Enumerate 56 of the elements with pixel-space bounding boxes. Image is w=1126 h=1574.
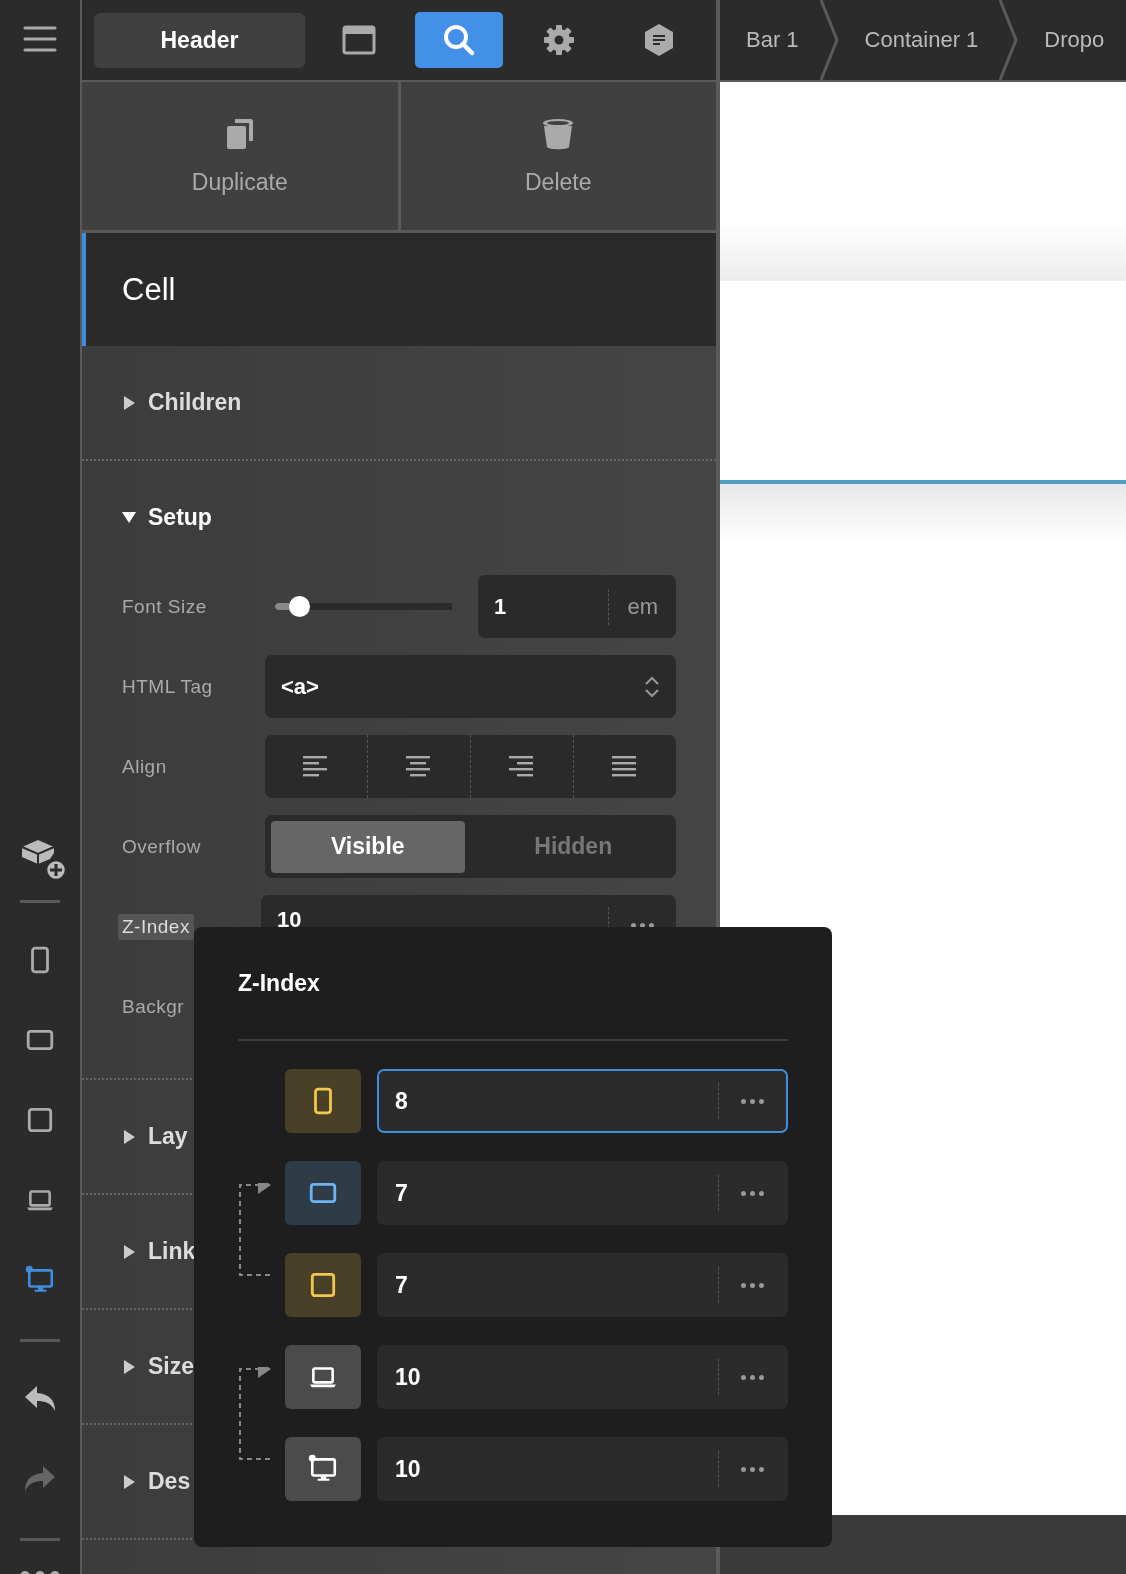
device-chip[interactable]: [285, 1161, 361, 1225]
breadcrumb-item[interactable]: Bar 1: [720, 0, 819, 80]
z-index-input[interactable]: 7: [377, 1253, 788, 1317]
align-right-icon: [509, 755, 535, 778]
field-label: Font Size: [122, 595, 208, 618]
window-icon: [342, 25, 376, 55]
breadcrumb-item[interactable]: Container 1: [838, 0, 999, 80]
field-label: HTML Tag: [122, 675, 214, 698]
z-index-input[interactable]: 10: [377, 1345, 788, 1409]
section-header[interactable]: Des: [82, 1425, 197, 1538]
unit-label: em: [608, 588, 676, 625]
caret-right-icon: [122, 1359, 136, 1374]
align-left-icon: [303, 755, 329, 778]
z-index-input[interactable]: 7: [377, 1161, 788, 1225]
element-title: Cell: [82, 233, 716, 346]
search-icon: [442, 23, 476, 57]
field-label: Align: [122, 755, 168, 778]
device-chip[interactable]: [285, 1437, 361, 1501]
device-chip[interactable]: [285, 1253, 361, 1317]
section-header[interactable]: Setup: [82, 461, 218, 573]
hexagon-note-icon: [643, 23, 675, 57]
slider-thumb[interactable]: [289, 596, 311, 617]
toolbar-button[interactable]: [415, 12, 503, 68]
section-header[interactable]: Size: [82, 1310, 201, 1423]
section-header[interactable]: Lay: [82, 1080, 194, 1193]
section-header[interactable]: Link: [82, 1195, 202, 1308]
chevron-updown-icon: [644, 674, 660, 699]
align-center-icon: [406, 755, 432, 778]
device-chip[interactable]: [285, 1345, 361, 1409]
font-size-field[interactable]: 1 em: [478, 575, 676, 638]
tablet-icon: [25, 1105, 55, 1135]
field-label: Backgr: [122, 995, 186, 1018]
section-header[interactable]: Children: [82, 346, 248, 459]
popup-title: Z-Index: [238, 927, 788, 1041]
add-component-icon[interactable]: [20, 838, 68, 882]
caret-down-icon: [122, 510, 136, 524]
tag-select[interactable]: <a>: [265, 655, 676, 718]
desktop-icon: [25, 1265, 55, 1295]
copy-icon: [224, 116, 255, 151]
overflow-option[interactable]: Visible: [271, 820, 465, 873]
caret-right-icon: [122, 395, 136, 410]
settings-icon: [542, 23, 576, 57]
caret-right-icon: [122, 1129, 136, 1144]
field-label: Overflow: [122, 835, 202, 858]
header-button[interactable]: Header: [94, 12, 305, 68]
z-index-input[interactable]: 8: [377, 1069, 788, 1133]
field-label: Z-Index: [118, 913, 194, 940]
bucket-icon: [541, 116, 576, 151]
device-chip[interactable]: [285, 1069, 361, 1133]
caret-right-icon: [122, 1474, 136, 1489]
z-index-input[interactable]: 10: [377, 1437, 788, 1501]
caret-right-icon: [122, 1244, 136, 1259]
delete-button[interactable]: Delete: [400, 82, 716, 230]
breadcrumb-item[interactable]: Dropo: [1018, 0, 1125, 80]
duplicate-button[interactable]: Duplicate: [82, 82, 398, 230]
align-justify-icon: [612, 755, 638, 778]
